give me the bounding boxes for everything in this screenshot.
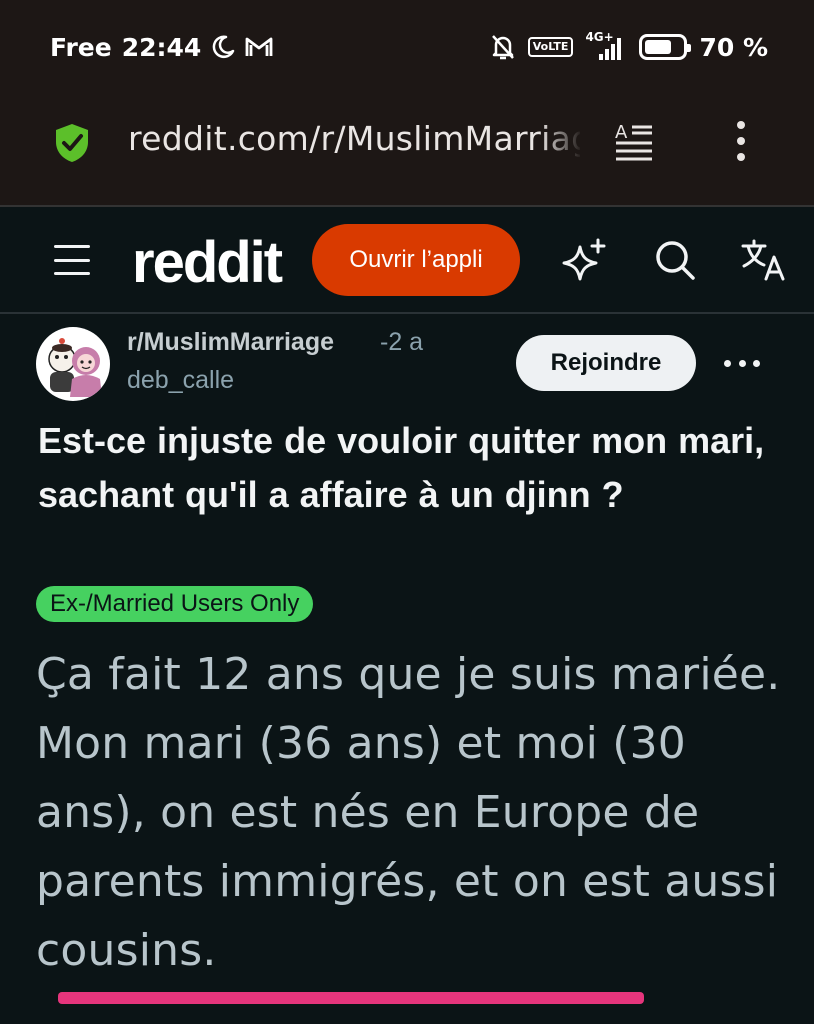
post-flair[interactable]: Ex-/Married Users Only <box>36 586 314 622</box>
post-body: Ça fait 12 ans que je suis mariée. Mon m… <box>36 649 781 976</box>
join-button[interactable]: Rejoindre <box>516 335 696 391</box>
url-fade <box>540 117 582 167</box>
highlight-underline <box>58 992 644 1004</box>
signal-icon <box>599 38 622 60</box>
reddit-header: reddit Ouvrir l’appli <box>0 207 814 313</box>
battery-icon <box>639 34 692 60</box>
open-app-button[interactable]: Ouvrir l’appli <box>312 224 520 296</box>
shield-check-icon[interactable] <box>54 123 90 163</box>
bell-off-icon <box>491 35 514 60</box>
battery-label: 70 % <box>699 32 768 62</box>
url-field[interactable]: reddit.com/r/MuslimMarriage <box>128 119 580 165</box>
translate-icon[interactable] <box>740 237 786 283</box>
signal-group: 4G+ <box>585 30 627 62</box>
clock: 22:44 <box>121 32 202 62</box>
post-age: -2 a <box>380 328 424 356</box>
svg-text:A: A <box>615 122 628 143</box>
subreddit-name[interactable]: r/MuslimMarriage <box>127 328 334 357</box>
subreddit-avatar[interactable] <box>36 327 110 401</box>
status-left: Free 22:44 <box>50 30 273 64</box>
crescent-moon-icon <box>212 35 235 58</box>
divider <box>0 312 814 314</box>
browser-url-bar: reddit.com/r/MuslimMarriage A <box>0 95 814 205</box>
volte-badge: VoLTE <box>527 37 574 57</box>
gmail-icon <box>245 37 273 56</box>
search-icon[interactable] <box>652 237 698 283</box>
carrier-label: Free <box>50 32 112 62</box>
status-right: VoLTE 4G+ 70 % <box>490 30 768 64</box>
post-title[interactable]: Est-ce injuste de vouloir quitter mon ma… <box>38 414 778 522</box>
more-horiz-icon[interactable] <box>724 360 760 368</box>
battery-fill <box>645 40 671 54</box>
status-bar: Free 22:44 VoLTE 4G+ 70 % <box>0 0 814 95</box>
sparkle-icon[interactable] <box>562 237 608 283</box>
reddit-logo[interactable]: reddit <box>132 229 283 297</box>
browser-menu-icon[interactable] <box>728 121 754 161</box>
reader-mode-icon[interactable]: A <box>612 121 654 163</box>
author-name[interactable]: deb_calle <box>127 366 234 395</box>
hamburger-icon[interactable] <box>54 245 90 275</box>
